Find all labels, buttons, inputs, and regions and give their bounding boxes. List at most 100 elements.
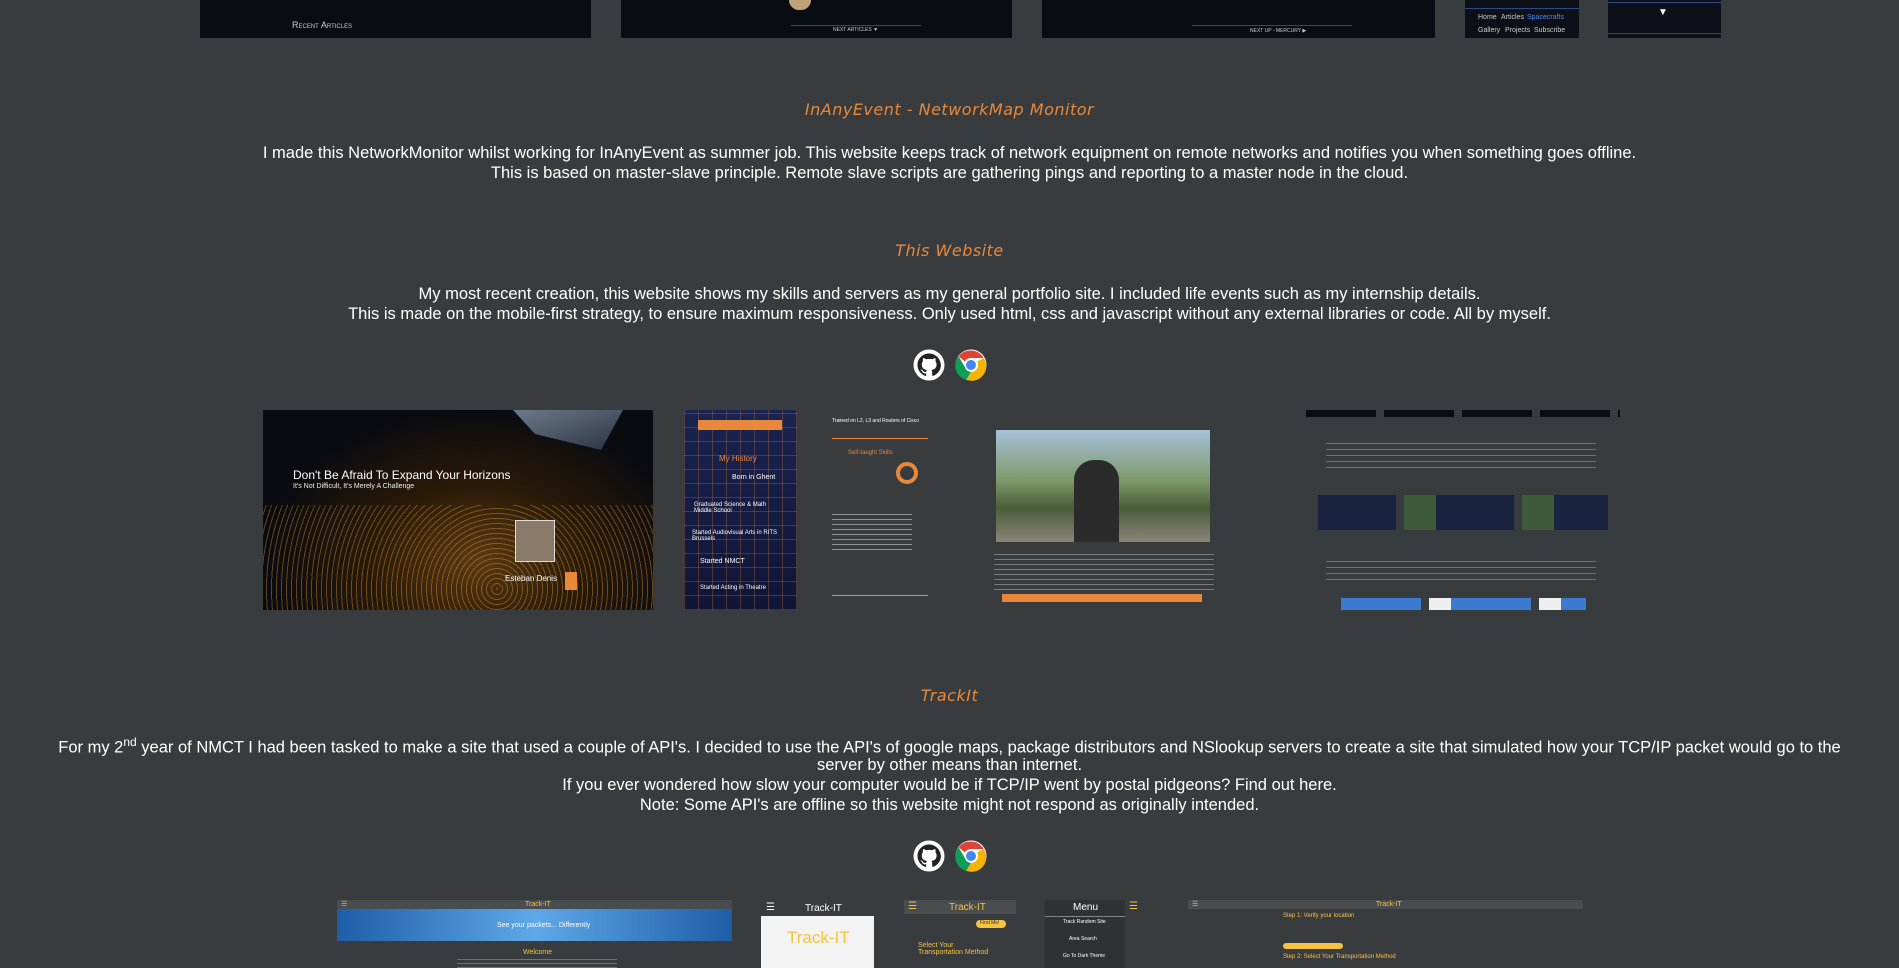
app-logo-text: Track-IT [787,928,850,947]
networkmap-line-1: I made this NetworkMonitor whilst workin… [262,144,1637,162]
text-lines [832,510,912,550]
read-more-button [1002,594,1202,602]
bottom-thumbs [1341,598,1586,610]
screenshot-hero[interactable]: Don't Be Afraid To Expand Your Horizons … [263,410,653,610]
screenshot-space-nav[interactable]: Home Articles Spacecrafts Gallery Projec… [1465,0,1579,38]
section-title-this-website: This Website [895,241,1004,260]
trackit-line-1-sup: nd [123,735,137,749]
spacecraft [513,410,623,450]
trackit-line-1: For my 2nd year of NMCT I had been taske… [0,732,1899,758]
nav-home: Home [1478,14,1497,21]
step-2-heading: Step 2: Select Your Transportation Metho… [1283,954,1396,960]
step-1-heading: Step 1: Verify your location [1283,913,1355,919]
screenshot-space-next[interactable]: NEXT ARTICLES ▼ [621,0,1012,38]
city-lights [263,505,653,610]
recent-articles-label: Recent Articles [292,20,353,30]
divider [832,595,928,596]
trackit-line-2: server by other means than internet. [816,756,1083,774]
history-item-1: Born in Ghent [732,474,776,481]
transport-heading: Select Your Transportation Method [918,942,989,956]
screenshot-space-mercury[interactable]: NEXT UP - MERCURY ▶ [1042,0,1435,38]
trackit-links [0,840,1899,872]
nav-spacecrafts: Spacecrafts [1527,14,1564,21]
screenshot-skills[interactable]: Trained on L2, L3 and Routers of Cisco S… [828,410,932,610]
nav-subscribe: Subscribe [1534,27,1566,34]
avatar [515,520,555,562]
trained-text: Trained on L2, L3 and Routers of Cisco [832,418,920,424]
screenshot-trackit-home[interactable]: ☰ Track-IT See your packets... Different… [337,900,732,968]
skills-heading: Self-taught Skills [848,450,893,456]
screenshot-trackit-menu[interactable]: Menu Track Random Site Area Search Go To… [1045,900,1158,968]
nav-gallery: Gallery [1478,27,1501,34]
text-lines [457,958,617,968]
screenshot-history[interactable]: My History Born in Ghent Graduated Scien… [684,410,797,610]
text-lines [1326,560,1596,580]
divider [1608,2,1721,3]
hiker [1074,460,1119,542]
nav-articles: Articles [1501,14,1524,21]
text-lines [1326,438,1596,468]
history-item-2: Graduated Science & Math Middle School [694,502,767,514]
find-me-button [1283,943,1343,949]
history-heading: My History [719,454,757,463]
thumb-row [1318,495,1608,530]
github-icon[interactable] [913,840,945,872]
website-line-1: My most recent creation, this website sh… [418,285,1481,303]
next-articles-label: NEXT ARTICLES ▼ [833,27,879,33]
screenshot-trackit-transport[interactable]: ☰ Track-IT Find Me! Select Your Transpor… [904,900,1016,968]
history-item-3: Started Audiovisual Arts in RITS Brussel… [692,530,778,542]
nav-projects: Projects [1505,27,1531,34]
history-item-5: Started Acting in Theatre [700,585,766,591]
history-item-4: Started NMCT [700,558,745,565]
tagline: See your packets... Differently [497,922,591,929]
divider [1045,916,1125,917]
divider [791,25,921,26]
chrome-icon[interactable] [954,840,987,872]
hamburger-icon: ☰ [908,901,917,912]
section-title-networkmap: InAnyEvent - NetworkMap Monitor [804,100,1095,119]
hamburger-icon: ☰ [766,902,775,913]
github-icon[interactable] [913,349,945,381]
text-lines [994,550,1214,590]
hero-name: Esteban Denis [505,574,558,583]
screenshot-space-arrow[interactable]: ▼ [1608,0,1721,38]
menu-heading: Menu [1073,902,1099,913]
screenshot-trackit-steps[interactable]: ☰ Track-IT Step 1: Verify your location … [1188,900,1583,968]
divider [1608,33,1721,34]
top-thumbs [1306,410,1620,417]
app-title: Track-IT [805,903,842,914]
skill-ring [896,462,918,484]
chevron-down-icon: ▼ [1658,7,1668,18]
screenshot-internship[interactable] [964,410,1234,610]
hamburger-icon: ☰ [1129,901,1138,912]
menu-item-area: Area Search [1069,936,1097,942]
trackit-line-1-post: year of NMCT I had been tasked to make a… [136,738,1841,757]
screenshot-trackit-mobile-home[interactable]: ☰ Track-IT Track-IT [761,900,874,968]
welcome-heading: Welcome [523,949,553,956]
app-title: Track-IT [1376,901,1402,908]
chrome-icon[interactable] [954,349,987,381]
hamburger-icon: ☰ [341,901,348,908]
website-line-2: This is made on the mobile-first strateg… [348,305,1551,323]
next-up-label: NEXT UP - MERCURY ▶ [1250,28,1307,34]
app-title: Track-IT [525,901,551,908]
hero-subtitle: It's Not Difficult, It's Merely A Challe… [293,483,415,490]
screenshot-space-articles[interactable]: Recent Articles [200,0,591,38]
trackit-line-1-pre: For my 2 [58,738,124,757]
hero-title: Don't Be Afraid To Expand Your Horizons [293,468,511,482]
divider [832,438,928,439]
menu-item-track: Track Random Site [1063,919,1106,925]
nav-divider [1465,8,1579,9]
menu-item-dark: Go To Dark Theme [1063,953,1106,959]
find-me-label: Find Me! [980,920,1000,926]
logo-badge [565,572,577,590]
divider [1192,25,1352,26]
app-title: Track-IT [949,902,986,913]
download-cv-button [698,420,782,430]
networkmap-line-2: This is based on master-slave principle.… [490,164,1409,182]
screenshot-portfolio-overview[interactable] [1306,410,1620,610]
planet-thumb [789,0,811,10]
trackit-line-3[interactable]: If you ever wondered how slow your compu… [0,775,1899,795]
website-links [0,349,1899,381]
trackit-line-4: Note: Some API's are offline so this web… [639,796,1260,814]
